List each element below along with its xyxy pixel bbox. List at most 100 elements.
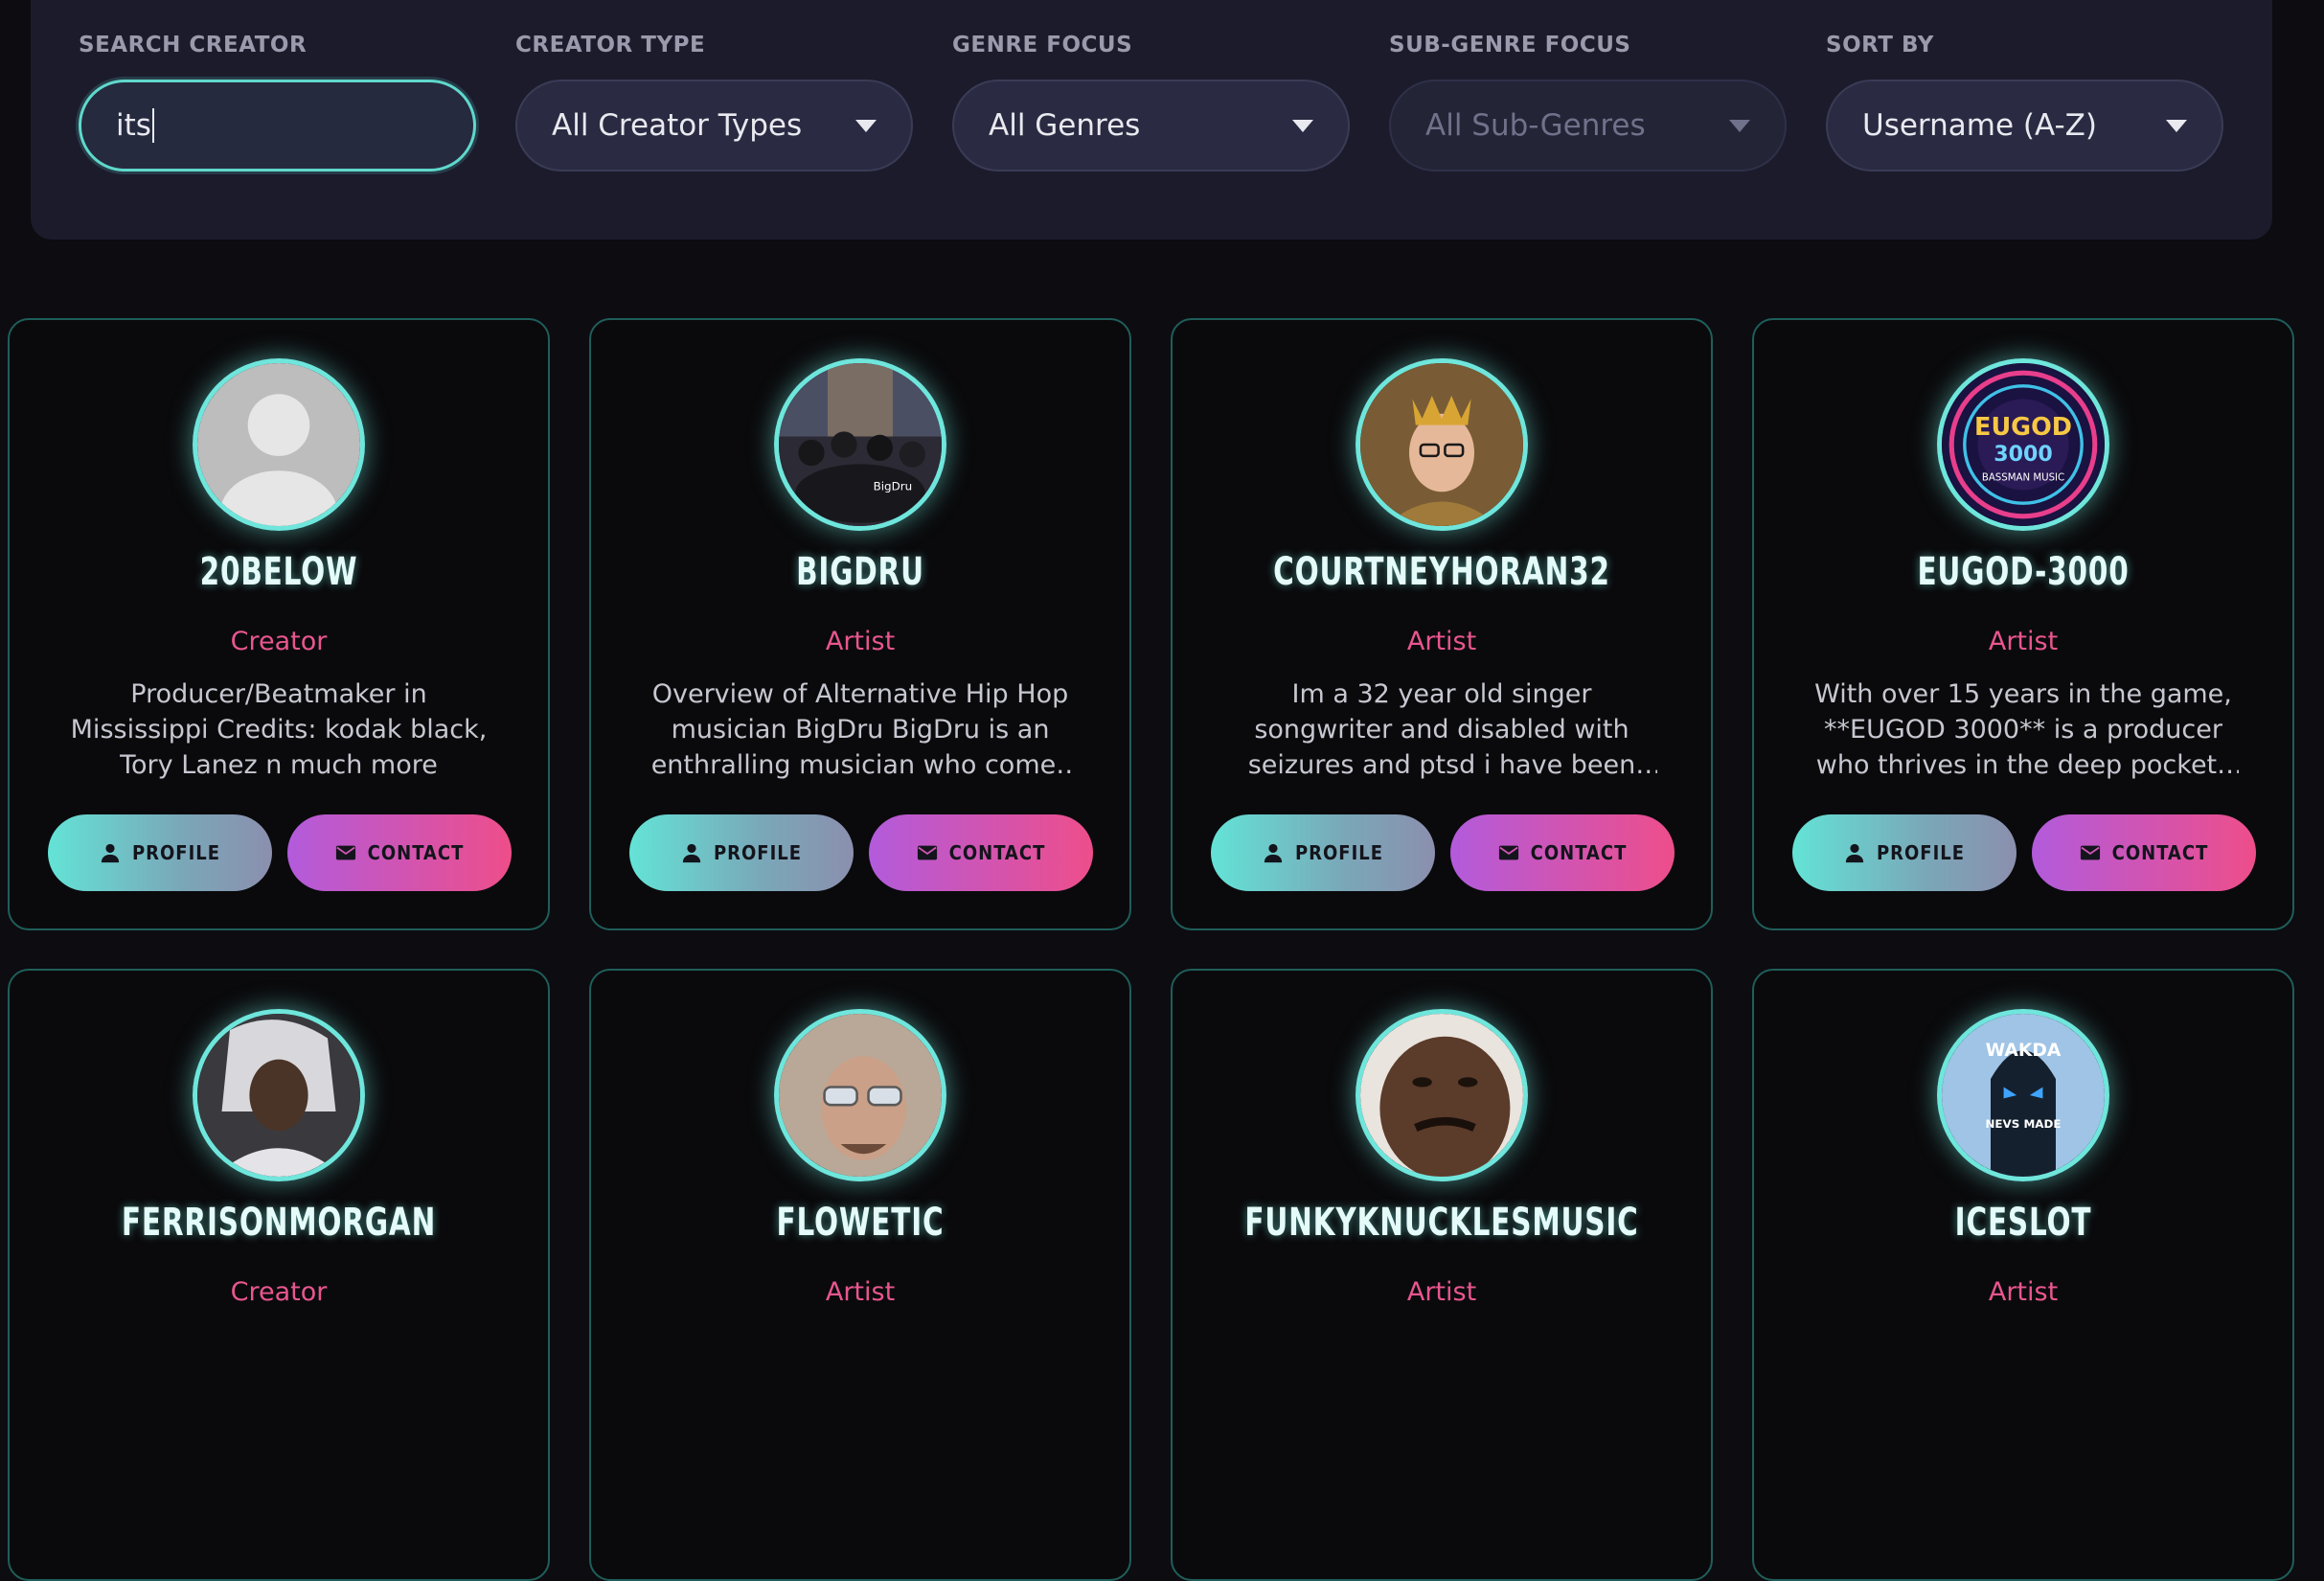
envelope-icon bbox=[917, 845, 937, 860]
avatar-text: EUGOD bbox=[1974, 413, 2072, 442]
creator-card: 20BELOW Creator Producer/Beatmaker in Mi… bbox=[8, 318, 550, 930]
avatar[interactable]: EUGOD 3000 BASSMAN MUSIC bbox=[1937, 358, 2109, 531]
default-avatar-icon bbox=[197, 363, 360, 526]
user-icon bbox=[682, 843, 701, 863]
creator-type-select[interactable]: All Creator Types bbox=[515, 80, 913, 172]
subgenre-filter: SUB-GENRE FOCUS All Sub-Genres bbox=[1389, 31, 1787, 172]
avatar-text: NEVS MADE bbox=[1985, 1117, 2061, 1131]
role-label: Creator bbox=[230, 1277, 328, 1307]
avatar[interactable] bbox=[1356, 358, 1528, 531]
envelope-icon bbox=[1498, 845, 1518, 860]
search-value: its bbox=[116, 108, 151, 143]
chevron-down-icon bbox=[2166, 119, 2187, 132]
sort-filter: SORT BY Username (A-Z) bbox=[1826, 31, 2223, 172]
avatar[interactable]: WAKDA NEVS MADE bbox=[1937, 1009, 2109, 1181]
role-label: Artist bbox=[825, 627, 896, 656]
closeup-portrait-icon bbox=[1360, 1014, 1523, 1177]
profile-button-label: PROFILE bbox=[1876, 841, 1966, 864]
filter-panel: SEARCH CREATOR its CREATOR TYPE All Crea… bbox=[31, 0, 2272, 240]
role-label: Artist bbox=[1406, 1277, 1477, 1307]
creator-type-filter: CREATOR TYPE All Creator Types bbox=[515, 31, 913, 172]
creator-card: EUGOD 3000 BASSMAN MUSIC EUGOD-3000 Arti… bbox=[1752, 318, 2294, 930]
role-label: Artist bbox=[1988, 1277, 2059, 1307]
bio-text: Producer/Beatmaker in Mississippi Credit… bbox=[70, 679, 488, 780]
crowned-portrait-icon bbox=[1360, 363, 1523, 526]
profile-button[interactable]: PROFILE bbox=[1792, 814, 2016, 891]
username[interactable]: EUGOD-3000 bbox=[1803, 550, 2244, 594]
envelope-icon bbox=[2080, 845, 2100, 860]
creator-card: WAKDA NEVS MADE ICESLOT Artist bbox=[1752, 969, 2294, 1581]
avatar-text: BigDru bbox=[874, 480, 913, 493]
role-label: Artist bbox=[1988, 627, 2059, 656]
profile-button[interactable]: PROFILE bbox=[48, 814, 272, 891]
avatar[interactable]: BigDru bbox=[774, 358, 946, 531]
role-label: Artist bbox=[1406, 627, 1477, 656]
chevron-down-icon bbox=[1729, 119, 1750, 132]
sort-label: SORT BY bbox=[1826, 33, 1934, 57]
avatar[interactable] bbox=[193, 358, 365, 531]
user-icon bbox=[101, 843, 120, 863]
subgenre-label: SUB-GENRE FOCUS bbox=[1389, 33, 1631, 57]
profile-button-label: PROFILE bbox=[131, 841, 221, 864]
chevron-down-icon bbox=[1292, 119, 1313, 132]
search-label: SEARCH CREATOR bbox=[79, 33, 308, 57]
profile-button[interactable]: PROFILE bbox=[1211, 814, 1435, 891]
role-label: Creator bbox=[230, 627, 328, 656]
genre-select[interactable]: All Genres bbox=[952, 80, 1350, 172]
eugod-logo-icon: EUGOD 3000 BASSMAN MUSIC bbox=[1942, 363, 2105, 526]
chevron-down-icon bbox=[855, 119, 877, 132]
avatar-text: BASSMAN MUSIC bbox=[1982, 472, 2064, 483]
bio-text: Im a 32 year old singer songwriter and d… bbox=[1247, 679, 1636, 780]
avatar[interactable] bbox=[193, 1009, 365, 1181]
bio-text: With over 15 years in the game, **EUGOD … bbox=[1814, 679, 2232, 780]
contact-button-label: CONTACT bbox=[948, 841, 1046, 864]
crowd-photo-icon: BigDru bbox=[779, 363, 942, 526]
username[interactable]: BIGDRU bbox=[640, 550, 1082, 594]
profile-button-label: PROFILE bbox=[1294, 841, 1384, 864]
creator-card: COURTNEYHORAN32 Artist Im a 32 year old … bbox=[1171, 318, 1713, 930]
genre-value: All Genres bbox=[989, 108, 1141, 143]
genre-label: GENRE FOCUS bbox=[952, 33, 1133, 57]
contact-button[interactable]: CONTACT bbox=[869, 814, 1093, 891]
username[interactable]: COURTNEYHORAN32 bbox=[1221, 550, 1663, 594]
subgenre-value: All Sub-Genres bbox=[1425, 108, 1646, 143]
text-caret bbox=[151, 108, 154, 143]
avatar[interactable] bbox=[774, 1009, 946, 1181]
contact-button[interactable]: CONTACT bbox=[1450, 814, 1675, 891]
avatar-text: 3000 bbox=[1994, 442, 2053, 467]
profile-button[interactable]: PROFILE bbox=[629, 814, 854, 891]
creator-card: FLOWETIC Artist bbox=[589, 969, 1131, 1581]
search-input[interactable]: its bbox=[79, 80, 476, 172]
genre-filter: GENRE FOCUS All Genres bbox=[952, 31, 1350, 172]
user-icon bbox=[1845, 843, 1864, 863]
masked-figure-icon: WAKDA NEVS MADE bbox=[1942, 1014, 2105, 1177]
sort-value: Username (A-Z) bbox=[1862, 108, 2098, 143]
hooded-portrait-icon bbox=[197, 1014, 360, 1177]
username[interactable]: ICESLOT bbox=[1803, 1201, 2244, 1245]
creator-type-value: All Creator Types bbox=[552, 108, 803, 143]
profile-button-label: PROFILE bbox=[713, 841, 803, 864]
role-label: Artist bbox=[825, 1277, 896, 1307]
sunglasses-portrait-icon bbox=[779, 1014, 942, 1177]
username[interactable]: FUNKYKNUCKLESMUSIC bbox=[1221, 1201, 1663, 1245]
user-icon bbox=[1264, 843, 1283, 863]
avatar-text: WAKDA bbox=[1986, 1041, 2062, 1061]
username[interactable]: 20BELOW bbox=[58, 550, 500, 594]
contact-button-label: CONTACT bbox=[2111, 841, 2209, 864]
creator-card: FERRISONMORGAN Creator bbox=[8, 969, 550, 1581]
sort-select[interactable]: Username (A-Z) bbox=[1826, 80, 2223, 172]
search-filter: SEARCH CREATOR its bbox=[79, 31, 476, 172]
bio-text: Overview of Alternative Hip Hop musician… bbox=[650, 679, 1070, 780]
creator-card: BigDru BIGDRU Artist Overview of Alterna… bbox=[589, 318, 1131, 930]
contact-button-label: CONTACT bbox=[1530, 841, 1628, 864]
username[interactable]: FERRISONMORGAN bbox=[58, 1201, 500, 1245]
subgenre-select[interactable]: All Sub-Genres bbox=[1389, 80, 1787, 172]
envelope-icon bbox=[335, 845, 355, 860]
contact-button[interactable]: CONTACT bbox=[2032, 814, 2256, 891]
contact-button-label: CONTACT bbox=[367, 841, 465, 864]
contact-button[interactable]: CONTACT bbox=[287, 814, 512, 891]
creator-card: FUNKYKNUCKLESMUSIC Artist bbox=[1171, 969, 1713, 1581]
avatar[interactable] bbox=[1356, 1009, 1528, 1181]
creator-type-label: CREATOR TYPE bbox=[515, 33, 706, 57]
username[interactable]: FLOWETIC bbox=[640, 1201, 1082, 1245]
